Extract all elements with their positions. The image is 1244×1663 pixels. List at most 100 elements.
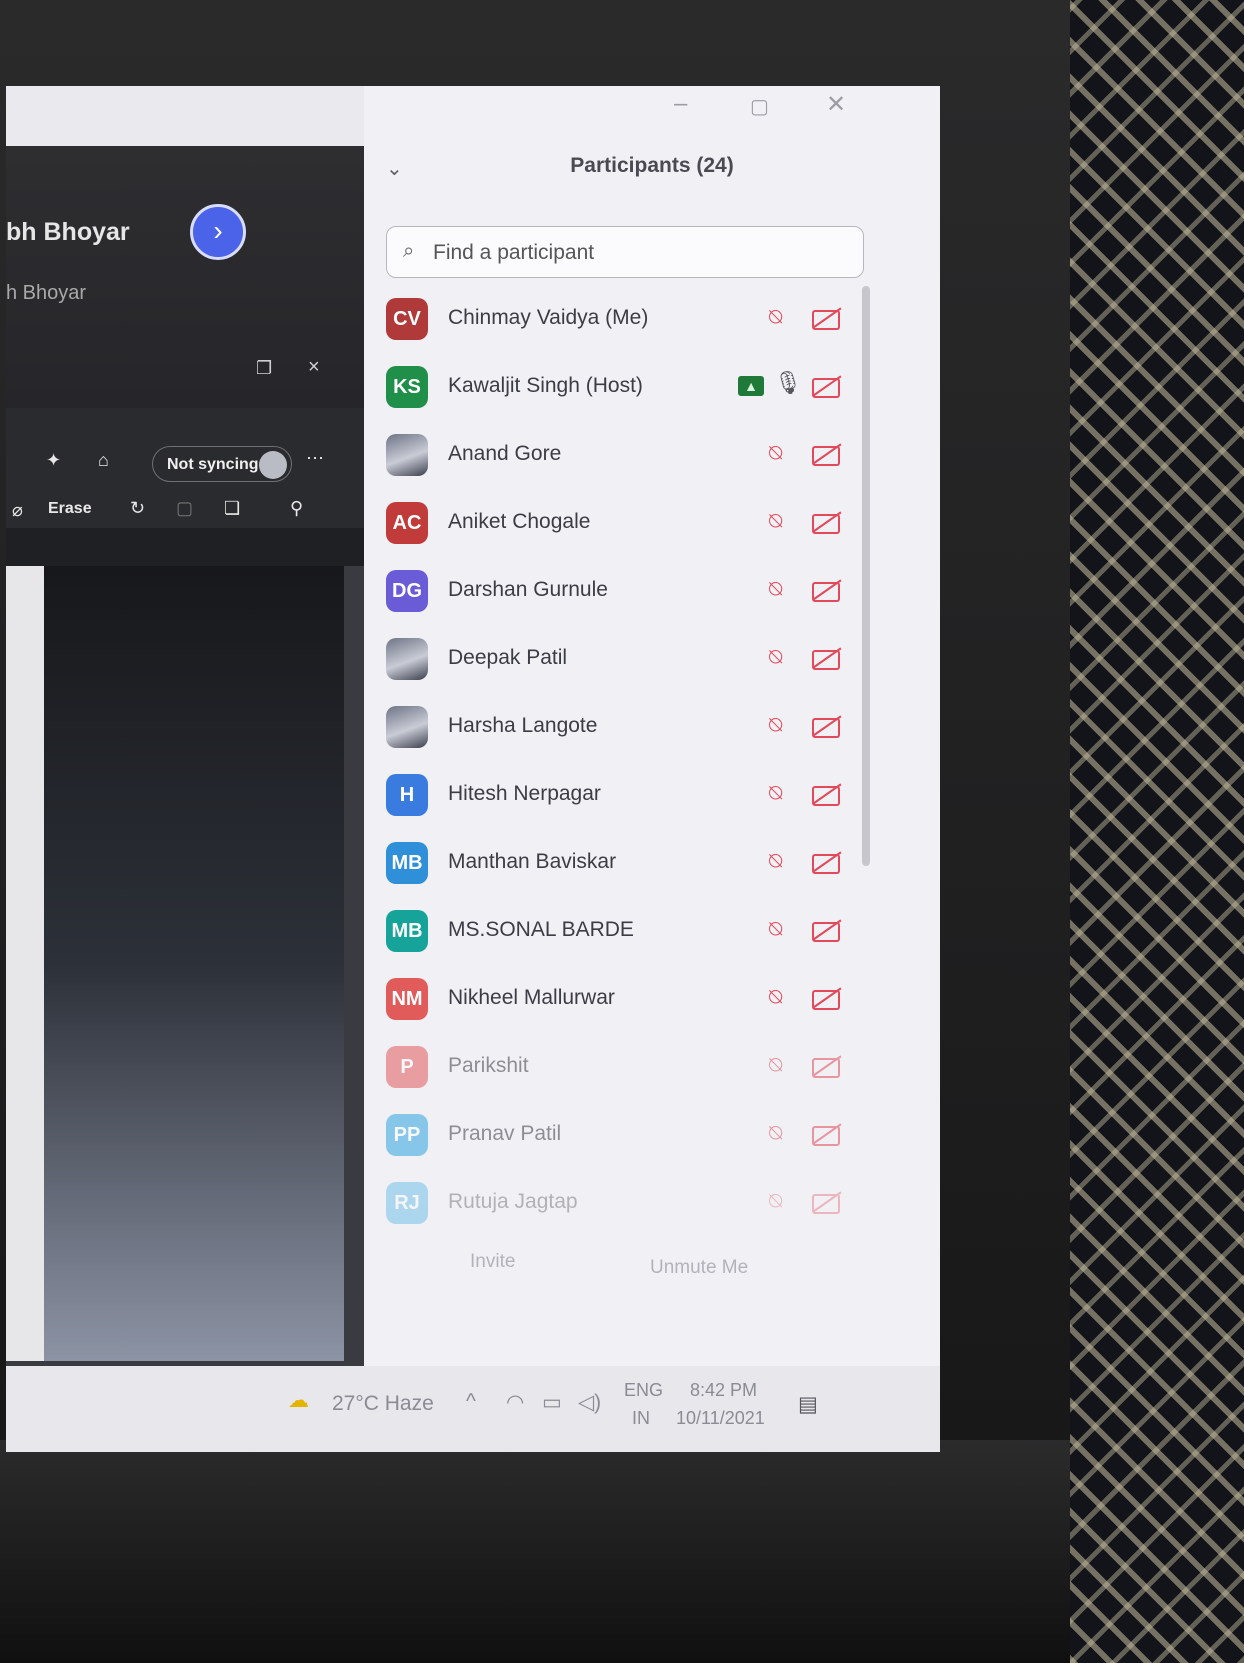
video-off-icon[interactable] — [812, 848, 842, 876]
next-arrow-button[interactable]: › — [190, 204, 246, 260]
gift-icon[interactable]: ⌂ — [98, 450, 109, 471]
avatar — [386, 638, 428, 680]
canvas-area[interactable] — [44, 566, 344, 1361]
speaker-icon[interactable]: ◁) — [578, 1390, 601, 1415]
maximize-icon[interactable]: ▢ — [750, 94, 769, 119]
mic-muted-icon[interactable]: ⍉ — [769, 1052, 793, 1080]
mic-muted-icon[interactable]: ⍉ — [769, 848, 793, 876]
mic-muted-icon[interactable]: ⍉ — [769, 1188, 793, 1216]
mic-muted-icon[interactable]: ⍉ — [769, 644, 793, 672]
participant-row[interactable]: Deepak Patil ⍉ — [364, 626, 940, 694]
restore-icon[interactable]: ❐ — [256, 358, 272, 379]
video-off-icon[interactable] — [812, 440, 842, 468]
background-fabric — [1070, 0, 1244, 1663]
unmute-me-button[interactable]: Unmute Me — [644, 1256, 754, 1280]
sparkle-icon[interactable]: ✦ — [46, 450, 61, 471]
mic-on-icon[interactable]: 🎙 — [774, 370, 802, 396]
sync-status-button[interactable]: Not syncing — [152, 446, 292, 482]
user-name: bh Bhoyar — [6, 218, 130, 246]
avatar — [386, 434, 428, 476]
mic-muted-icon[interactable]: ⍉ — [769, 304, 793, 332]
avatar: KS — [386, 366, 428, 408]
search-input[interactable] — [431, 235, 835, 271]
taskbar: ☁ 27°C Haze ^ ◠ ▭ ◁) ENG IN 8:42 PM 10/1… — [6, 1366, 940, 1452]
mic-muted-icon[interactable]: ⍉ — [769, 984, 793, 1012]
participant-name: Manthan Baviskar — [448, 850, 617, 873]
video-off-icon[interactable] — [812, 1052, 842, 1080]
participant-row[interactable]: CV Chinmay Vaidya (Me) ⍉ — [364, 286, 940, 354]
participant-list-scrollbar[interactable] — [862, 286, 870, 866]
erase-label[interactable]: Erase — [48, 500, 92, 518]
video-off-icon[interactable] — [812, 644, 842, 672]
screen-share-icon: ▲ — [738, 376, 764, 396]
mic-muted-icon[interactable]: ⍉ — [769, 1120, 793, 1148]
video-off-icon[interactable] — [812, 712, 842, 740]
language-bottom[interactable]: IN — [632, 1408, 650, 1429]
mic-muted-icon[interactable]: ⍉ — [769, 508, 793, 536]
video-off-icon[interactable] — [812, 780, 842, 808]
document-page — [6, 566, 44, 1361]
participant-search[interactable]: ⌕ — [386, 226, 864, 278]
participant-name: Nikheel Mallurwar — [448, 986, 615, 1009]
participant-name: Kawaljit Singh (Host) — [448, 374, 643, 397]
wifi-icon[interactable]: ◠ — [506, 1390, 524, 1415]
video-off-icon[interactable] — [812, 916, 842, 944]
participant-name: Parikshit — [448, 1054, 529, 1077]
video-off-icon[interactable] — [812, 508, 842, 536]
avatar: RJ — [386, 1182, 428, 1224]
participant-row[interactable]: DG Darshan Gurnule ⍉ — [364, 558, 940, 626]
mic-muted-icon[interactable]: ⍉ — [769, 780, 793, 808]
avatar: NM — [386, 978, 428, 1020]
participant-list: CV Chinmay Vaidya (Me) ⍉ KS Kawaljit Singh (… — [364, 286, 940, 1238]
clock-time[interactable]: 8:42 PM — [690, 1380, 757, 1401]
language-top[interactable]: ENG — [624, 1380, 663, 1401]
avatar: CV — [386, 298, 428, 340]
participant-row[interactable]: RJ Rutuja Jagtap ⍉ — [364, 1170, 940, 1238]
eraser-icon[interactable]: ⌀ — [12, 500, 23, 521]
video-off-icon[interactable] — [812, 372, 842, 400]
chevron-up-icon[interactable]: ^ — [466, 1390, 476, 1414]
left-scrollbar[interactable] — [344, 566, 364, 1361]
participant-row[interactable]: Harsha Langote ⍉ — [364, 694, 940, 762]
search-icon: ⌕ — [403, 240, 415, 262]
clock-date[interactable]: 10/11/2021 — [676, 1408, 765, 1429]
weather-text[interactable]: 27°C Haze — [332, 1392, 434, 1416]
participant-row[interactable]: H Hitesh Nerpagar ⍉ — [364, 762, 940, 830]
whiteboard-window: bh Bhoyar h Bhoyar › ❐ × ✦ ⌂ ⋯ ⌀ Erase ↻… — [6, 146, 364, 1401]
battery-icon[interactable]: ▭ — [542, 1390, 562, 1415]
participant-row[interactable]: MB Manthan Baviskar ⍉ — [364, 830, 940, 898]
refresh-icon[interactable]: ↻ — [130, 498, 145, 519]
invite-button[interactable]: Invite — [464, 1250, 521, 1274]
copy-icon[interactable]: ❏ — [224, 498, 240, 519]
participant-row[interactable]: MB MS.SONAL BARDE ⍉ — [364, 898, 940, 966]
video-off-icon[interactable] — [812, 984, 842, 1012]
participant-row[interactable]: AC Aniket Chogale ⍉ — [364, 490, 940, 558]
laptop-bezel-bottom — [0, 1440, 1070, 1663]
participant-name: Pranav Patil — [448, 1122, 562, 1145]
mic-muted-icon[interactable]: ⍉ — [769, 712, 793, 740]
participant-name: Darshan Gurnule — [448, 578, 608, 601]
more-icon[interactable]: ⋯ — [306, 448, 324, 469]
video-off-icon[interactable] — [812, 1120, 842, 1148]
participant-row[interactable]: PP Pranav Patil ⍉ — [364, 1102, 940, 1170]
avatar: MB — [386, 842, 428, 884]
weather-icon: ☁ — [288, 1389, 309, 1412]
sync-status-label: Not syncing — [167, 456, 259, 473]
participant-row[interactable]: P Parikshit ⍉ — [364, 1034, 940, 1102]
notification-icon[interactable]: ▤ — [798, 1392, 818, 1417]
video-off-icon[interactable] — [812, 304, 842, 332]
video-off-icon[interactable] — [812, 576, 842, 604]
participant-row[interactable]: Anand Gore ⍉ — [364, 422, 940, 490]
pin-icon[interactable]: ⚲ — [290, 498, 303, 519]
participant-row[interactable]: KS Kawaljit Singh (Host) ▲ 🎙 — [364, 354, 940, 422]
square-icon[interactable]: ▢ — [176, 498, 193, 519]
minimize-icon[interactable]: – — [674, 90, 687, 118]
mic-muted-icon[interactable]: ⍉ — [769, 440, 793, 468]
mic-muted-icon[interactable]: ⍉ — [769, 916, 793, 944]
participant-row[interactable]: NM Nikheel Mallurwar ⍉ — [364, 966, 940, 1034]
user-subtitle: h Bhoyar — [6, 282, 87, 304]
close-icon[interactable]: × — [308, 356, 320, 379]
close-icon[interactable]: ✕ — [826, 90, 846, 119]
video-off-icon[interactable] — [812, 1188, 842, 1216]
mic-muted-icon[interactable]: ⍉ — [769, 576, 793, 604]
